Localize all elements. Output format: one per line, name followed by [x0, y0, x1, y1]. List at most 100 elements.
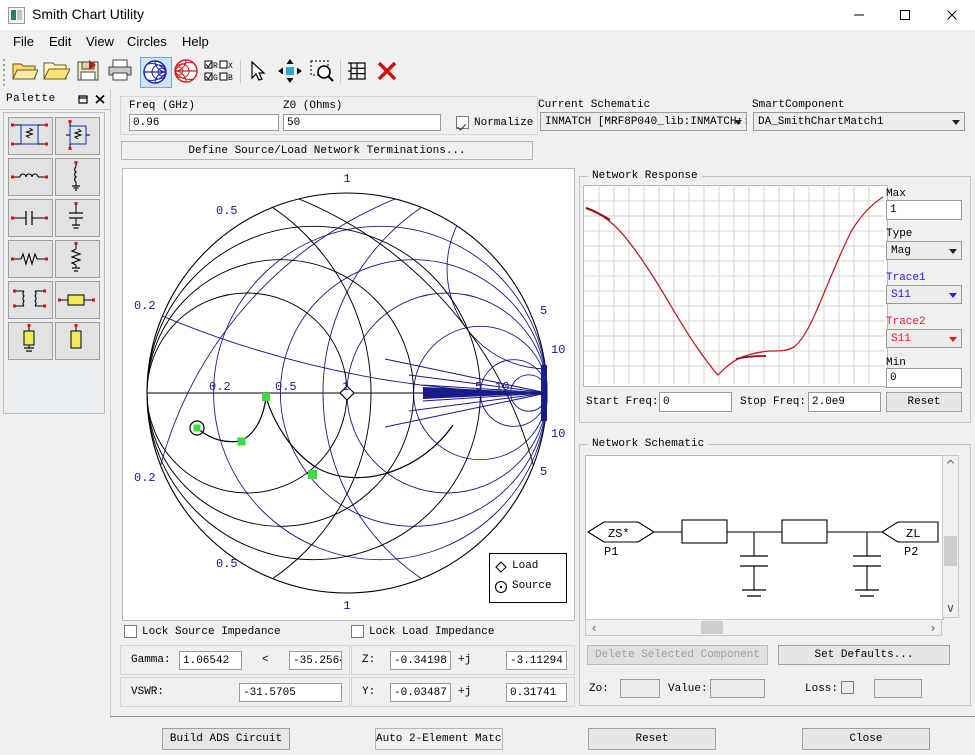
toolbar-grip[interactable]: [3, 59, 7, 91]
value-input[interactable]: [710, 679, 765, 698]
response-reset-button[interactable]: Reset: [886, 392, 962, 412]
start-freq-label: Start Freq:: [586, 396, 659, 408]
set-defaults-button[interactable]: Set Defaults...: [778, 645, 950, 665]
define-terminations-button[interactable]: Define Source/Load Network Terminations.…: [121, 141, 533, 160]
freq-label: Freq (GHz): [129, 100, 196, 112]
scroll-left-icon[interactable]: ‹: [588, 621, 600, 635]
delete-selected-component-button[interactable]: Delete Selected Component: [587, 645, 768, 665]
svg-text:10: 10: [495, 380, 509, 394]
new-icon[interactable]: [10, 57, 40, 86]
maximize-button[interactable]: [882, 0, 928, 30]
z-real-input[interactable]: -0.34198: [390, 651, 451, 670]
scroll-up-icon[interactable]: ^: [943, 458, 958, 472]
scroll-right-icon[interactable]: ›: [927, 621, 939, 635]
z-imag-input[interactable]: -3.11294: [506, 651, 567, 670]
trace2-select[interactable]: S11: [886, 329, 962, 348]
series-capacitor-icon[interactable]: [8, 199, 53, 237]
palette-undock-icon[interactable]: [76, 92, 90, 106]
series-inductor-icon[interactable]: [8, 158, 53, 196]
normalize-checkbox[interactable]: [456, 116, 469, 129]
menu-circles[interactable]: Circles: [120, 33, 174, 51]
max-input[interactable]: 1: [886, 200, 962, 220]
current-schematic-value: INMATCH [MRF8P040_lib:INMATCH::: [545, 116, 747, 128]
gamma-label: Gamma:: [131, 654, 171, 666]
svg-text:1: 1: [342, 380, 349, 394]
svg-text:R: R: [213, 62, 218, 71]
series-rlc-box-icon[interactable]: [8, 117, 53, 155]
smith-chart-utility-window: Smith Chart Utility File Edit View Circl…: [0, 0, 975, 755]
network-schematic-canvas[interactable]: ZS* P1 ZL P2: [585, 455, 944, 620]
vswr-label: VSWR:: [131, 686, 165, 698]
shunt-inductor-icon[interactable]: [55, 158, 100, 196]
build-ads-circuit-button[interactable]: Build ADS Circuit: [162, 728, 290, 750]
svg-text:10: 10: [551, 427, 565, 441]
minimize-button[interactable]: [836, 0, 882, 30]
schematic-vertical-scrollbar[interactable]: ^ ∨: [942, 455, 959, 618]
gamma-angle-input[interactable]: -35.2564: [289, 651, 342, 670]
series-resistor-icon[interactable]: [8, 240, 53, 278]
vswr-input[interactable]: -31.5705: [239, 683, 342, 702]
svg-text:0.2: 0.2: [134, 299, 156, 313]
smith-chart-canvas[interactable]: 1 0.5 0.2 0.2 0.5 1 5 10 10 5 0.2 0.5 1 …: [122, 168, 575, 621]
shunt-stub-open-icon[interactable]: [55, 322, 100, 360]
smartcomponent-select[interactable]: DA_SmithChartMatch1: [753, 112, 965, 131]
scroll-down-icon[interactable]: ∨: [943, 601, 958, 615]
menu-edit[interactable]: Edit: [42, 33, 78, 51]
type-select[interactable]: Mag: [886, 241, 962, 260]
palette-close-icon[interactable]: [93, 92, 107, 106]
z0-input[interactable]: 50: [283, 114, 441, 131]
app-icon: [8, 7, 25, 24]
menu-view[interactable]: View: [79, 33, 121, 51]
type-value: Mag: [891, 245, 911, 257]
shunt-resistor-icon[interactable]: [55, 240, 100, 278]
y-real-input[interactable]: -0.03487: [390, 683, 451, 702]
reset-button[interactable]: Reset: [588, 728, 716, 750]
menu-help[interactable]: Help: [175, 33, 216, 51]
rxgb-icon[interactable]: R X G B: [204, 57, 238, 86]
normalize-label: Normalize: [474, 117, 534, 129]
print-icon[interactable]: [106, 57, 136, 86]
loss-checkbox[interactable]: [841, 681, 854, 694]
palette-header: Palette: [0, 89, 110, 110]
grid-icon[interactable]: [343, 57, 373, 86]
smith-y-icon[interactable]: [172, 57, 202, 86]
shunt-stub-shorted-icon[interactable]: [8, 322, 53, 360]
gamma-angle-symbol: <: [262, 654, 269, 666]
zoom-icon[interactable]: [307, 57, 337, 86]
save-icon[interactable]: [74, 57, 104, 86]
vertical-scroll-thumb[interactable]: [944, 536, 957, 566]
freq-input[interactable]: 0.96: [129, 114, 279, 131]
svg-text:0.2: 0.2: [134, 471, 156, 485]
menu-file[interactable]: File: [6, 33, 41, 51]
network-response-chart[interactable]: [583, 185, 888, 387]
stop-freq-input[interactable]: 2.0e9: [808, 392, 881, 412]
vswr-group: VSWR: -31.5705: [120, 677, 350, 707]
close-button-bottom[interactable]: Close: [802, 728, 930, 750]
lock-load-impedance-checkbox[interactable]: [351, 625, 364, 638]
gamma-magnitude-input[interactable]: 1.06542: [179, 651, 242, 670]
min-input[interactable]: 0: [886, 368, 962, 388]
lock-source-impedance-checkbox[interactable]: [124, 625, 137, 638]
value-label: Value:: [668, 683, 708, 695]
auto-2-element-match-button[interactable]: Auto 2-Element Match: [375, 728, 503, 750]
pan-icon[interactable]: [275, 57, 305, 86]
loss-input[interactable]: [874, 679, 922, 698]
start-freq-input[interactable]: 0: [659, 392, 732, 412]
arrow-select-icon[interactable]: [243, 57, 273, 86]
close-button[interactable]: [929, 0, 975, 30]
trace1-select[interactable]: S11: [886, 285, 962, 304]
window-title: Smith Chart Utility: [32, 6, 145, 22]
schematic-horizontal-scrollbar[interactable]: ‹ ›: [585, 619, 942, 636]
current-schematic-select[interactable]: INMATCH [MRF8P040_lib:INMATCH::: [540, 112, 747, 131]
shunt-rlc-box-icon[interactable]: [55, 117, 100, 155]
delete-icon[interactable]: [372, 57, 402, 86]
shunt-capacitor-icon[interactable]: [55, 199, 100, 237]
horizontal-scroll-thumb[interactable]: [701, 621, 723, 634]
open-icon[interactable]: [42, 57, 72, 86]
zo-input[interactable]: [620, 679, 660, 698]
stop-freq-label: Stop Freq:: [740, 396, 807, 408]
y-imag-input[interactable]: 0.31741: [506, 683, 567, 702]
transformer-icon[interactable]: [8, 281, 53, 319]
series-transmission-line-icon[interactable]: [55, 281, 100, 319]
smith-z-icon[interactable]: [140, 57, 172, 88]
